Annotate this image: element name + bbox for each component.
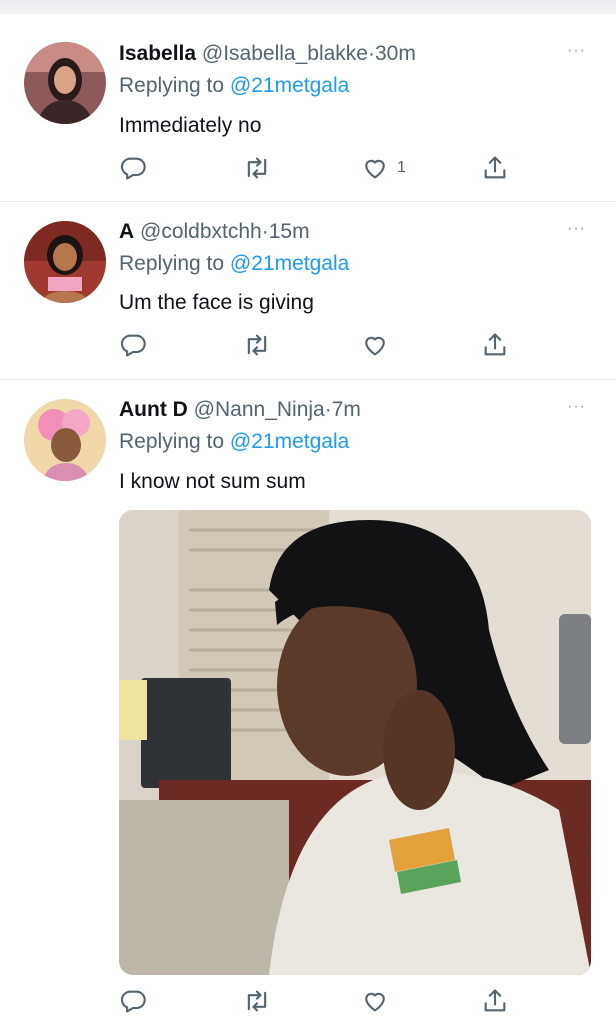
share-icon — [484, 333, 506, 356]
reply-icon — [120, 334, 146, 357]
reply-icon — [120, 990, 146, 1013]
tweet-header: A @coldbxtchh·15m — [119, 220, 310, 244]
tweet-text: Um the face is giving — [119, 291, 314, 314]
replying-to: Replying to @21metgala — [119, 430, 349, 454]
replying-prefix: Replying to — [119, 430, 225, 453]
display-name[interactable]: A — [119, 220, 134, 243]
like-icon — [365, 992, 385, 1012]
like-count: 1 — [397, 159, 406, 176]
share-icon — [484, 989, 506, 1012]
avatar-aunt-d[interactable] — [24, 399, 106, 481]
like-button[interactable] — [361, 985, 397, 1017]
tweet-text: Immediately no — [119, 114, 262, 137]
share-button[interactable] — [481, 329, 509, 361]
action-bar — [119, 985, 519, 1017]
mention-link[interactable]: @21metgala — [230, 430, 349, 453]
reply-button[interactable] — [119, 985, 147, 1017]
retweet-icon — [247, 334, 267, 356]
more-icon[interactable]: ··· — [567, 220, 586, 238]
divider — [0, 379, 616, 380]
separator: · — [261, 220, 269, 243]
replying-prefix: Replying to — [119, 74, 225, 97]
action-bar: 1 — [119, 152, 519, 184]
avatar-a[interactable] — [24, 221, 106, 303]
more-icon[interactable]: ··· — [567, 42, 586, 60]
retweet-button[interactable] — [243, 985, 271, 1017]
reply-button[interactable] — [119, 329, 147, 361]
user-handle[interactable]: @coldbxtchh — [140, 220, 262, 243]
like-icon — [365, 336, 385, 356]
tweet-text: I know not sum sum — [119, 470, 306, 493]
separator: · — [324, 398, 332, 421]
user-handle[interactable]: @Nann_Ninja — [194, 398, 325, 421]
replying-to: Replying to @21metgala — [119, 252, 349, 276]
retweet-icon — [247, 157, 267, 179]
replying-prefix: Replying to — [119, 252, 225, 275]
display-name[interactable]: Aunt D — [119, 398, 188, 421]
reply-icon — [120, 157, 146, 180]
mention-link[interactable]: @21metgala — [230, 74, 349, 97]
retweet-icon — [247, 990, 267, 1012]
like-icon — [365, 159, 385, 179]
share-button[interactable] — [481, 152, 509, 184]
share-icon — [484, 156, 506, 179]
replying-to: Replying to @21metgala — [119, 74, 349, 98]
like-button[interactable]: 1 — [361, 152, 406, 184]
top-bar — [0, 0, 616, 14]
divider — [0, 201, 616, 202]
action-bar — [119, 329, 519, 361]
user-handle[interactable]: @Isabella_blakke — [202, 42, 368, 65]
mention-link[interactable]: @21metgala — [230, 252, 349, 275]
avatar-isabella[interactable] — [24, 42, 106, 124]
retweet-button[interactable] — [243, 152, 271, 184]
timestamp[interactable]: 15m — [269, 220, 310, 243]
separator: · — [368, 42, 375, 65]
timestamp[interactable]: 7m — [332, 398, 361, 421]
attached-photo[interactable] — [119, 510, 591, 975]
timestamp[interactable]: 30m — [375, 42, 416, 65]
reply-button[interactable] — [119, 152, 147, 184]
like-button[interactable] — [361, 329, 397, 361]
share-button[interactable] — [481, 985, 509, 1017]
tweet-header: Aunt D @Nann_Ninja·7m — [119, 398, 361, 422]
display-name[interactable]: Isabella — [119, 42, 196, 65]
more-icon[interactable]: ··· — [567, 398, 586, 416]
retweet-button[interactable] — [243, 329, 271, 361]
tweet-header: Isabella @Isabella_blakke·30m — [119, 42, 416, 66]
